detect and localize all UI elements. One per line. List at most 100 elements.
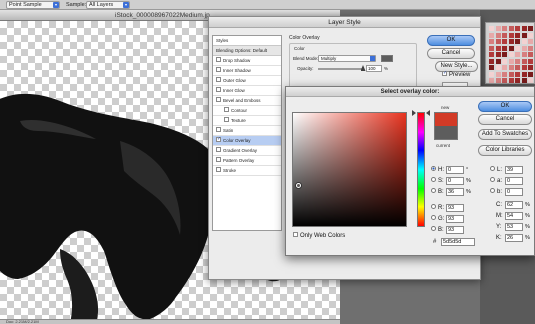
hex-field[interactable]: 5d5d5d: [441, 238, 475, 246]
channel-value-field[interactable]: 0: [505, 177, 523, 185]
style-item[interactable]: Inner Glow: [213, 86, 281, 96]
ok-button[interactable]: OK: [427, 35, 475, 46]
swatch[interactable]: [502, 58, 507, 64]
swatch[interactable]: [508, 78, 514, 83]
channel-value-field[interactable]: 26: [505, 234, 523, 242]
swatch[interactable]: [489, 58, 494, 64]
opacity-slider[interactable]: [318, 65, 366, 71]
channel-radio[interactable]: [431, 226, 436, 231]
style-checkbox[interactable]: [216, 87, 221, 93]
opacity-field[interactable]: 100: [366, 65, 382, 72]
swatch[interactable]: [502, 39, 507, 44]
swatch[interactable]: [521, 58, 527, 64]
channel-radio[interactable]: [431, 177, 436, 182]
swatch[interactable]: [521, 78, 527, 83]
style-item[interactable]: Contour: [213, 106, 281, 116]
style-item[interactable]: Drop Shadow: [213, 56, 281, 66]
swatch[interactable]: [502, 78, 507, 83]
hue-slider-left-arrow[interactable]: [412, 110, 416, 116]
swatch[interactable]: [502, 32, 507, 38]
channel-radio[interactable]: [431, 204, 436, 209]
swatch[interactable]: [521, 65, 527, 70]
swatch[interactable]: [528, 32, 533, 38]
swatches-panel[interactable]: [485, 22, 535, 84]
swatch[interactable]: [502, 52, 507, 57]
swatch[interactable]: [515, 65, 520, 70]
swatch[interactable]: [495, 32, 501, 38]
swatch[interactable]: [489, 32, 494, 38]
channel-value-field[interactable]: 62: [505, 201, 523, 209]
style-checkbox[interactable]: [216, 167, 221, 173]
color-field-cursor[interactable]: [296, 183, 301, 188]
sample-select[interactable]: All Layers ▾: [86, 1, 130, 9]
style-checkbox[interactable]: ✓: [216, 137, 221, 143]
swatch[interactable]: [495, 78, 501, 83]
style-item[interactable]: Pattern Overlay: [213, 156, 281, 166]
swatch[interactable]: [528, 71, 533, 77]
swatch[interactable]: [489, 71, 494, 77]
swatch[interactable]: [508, 45, 514, 51]
style-checkbox[interactable]: [216, 67, 221, 73]
channel-value-field[interactable]: 53: [505, 223, 523, 231]
hue-slider[interactable]: [417, 112, 425, 227]
swatch[interactable]: [515, 52, 520, 57]
swatch[interactable]: [489, 52, 494, 57]
swatch[interactable]: [521, 39, 527, 44]
channel-value-field[interactable]: 93: [446, 204, 464, 212]
swatch[interactable]: [502, 71, 507, 77]
swatch[interactable]: [521, 26, 527, 31]
style-item[interactable]: Satin: [213, 126, 281, 136]
swatch[interactable]: [502, 26, 507, 31]
channel-value-field[interactable]: 0: [505, 188, 523, 196]
swatch[interactable]: [515, 39, 520, 44]
channel-value-field[interactable]: 54: [505, 212, 523, 220]
hue-slider-right-arrow[interactable]: [426, 110, 430, 116]
swatch[interactable]: [508, 65, 514, 70]
swatch[interactable]: [502, 45, 507, 51]
swatch[interactable]: [515, 78, 520, 83]
swatch[interactable]: [515, 26, 520, 31]
swatch[interactable]: [489, 39, 494, 44]
only-web-colors-check[interactable]: [293, 232, 298, 237]
swatch[interactable]: [528, 65, 533, 70]
swatch[interactable]: [508, 39, 514, 44]
swatch[interactable]: [495, 39, 501, 44]
style-checkbox[interactable]: [216, 57, 221, 63]
style-checkbox[interactable]: [224, 117, 229, 123]
swatch[interactable]: [508, 32, 514, 38]
style-item[interactable]: Gradient Overlay: [213, 146, 281, 156]
style-checkbox[interactable]: [224, 107, 229, 113]
swatch[interactable]: [521, 71, 527, 77]
swatch[interactable]: [515, 71, 520, 77]
swatch[interactable]: [489, 65, 494, 70]
color-field[interactable]: [292, 112, 407, 227]
style-checkbox[interactable]: [216, 157, 221, 163]
slider-handle[interactable]: [360, 65, 366, 71]
swatch[interactable]: [528, 78, 533, 83]
style-checkbox[interactable]: [216, 97, 221, 103]
style-item[interactable]: Bevel and Emboss: [213, 96, 281, 106]
style-item[interactable]: Stroke: [213, 166, 281, 176]
channel-value-field[interactable]: 36: [446, 188, 464, 196]
channel-value-field[interactable]: 93: [446, 226, 464, 234]
swatch[interactable]: [489, 78, 494, 83]
style-item[interactable]: Texture: [213, 116, 281, 126]
styles-header[interactable]: Styles: [213, 36, 281, 46]
swatch[interactable]: [515, 45, 520, 51]
style-item[interactable]: Inner Shadow: [213, 66, 281, 76]
channel-radio[interactable]: [431, 215, 436, 220]
swatch[interactable]: [495, 45, 501, 51]
current-color-swatch[interactable]: [434, 126, 458, 140]
swatch[interactable]: [489, 26, 494, 31]
overlay-color-chip[interactable]: [381, 55, 393, 62]
swatch[interactable]: [495, 58, 501, 64]
style-checkbox[interactable]: [216, 147, 221, 153]
channel-radio[interactable]: [431, 166, 436, 171]
channel-value-field[interactable]: 93: [446, 215, 464, 223]
channel-radio[interactable]: [431, 188, 436, 193]
swatch[interactable]: [495, 52, 501, 57]
channel-value-field[interactable]: 39: [505, 166, 523, 174]
swatch[interactable]: [495, 65, 501, 70]
swatch[interactable]: [508, 26, 514, 31]
preview-checkbox[interactable]: ✓ Preview: [442, 71, 470, 78]
